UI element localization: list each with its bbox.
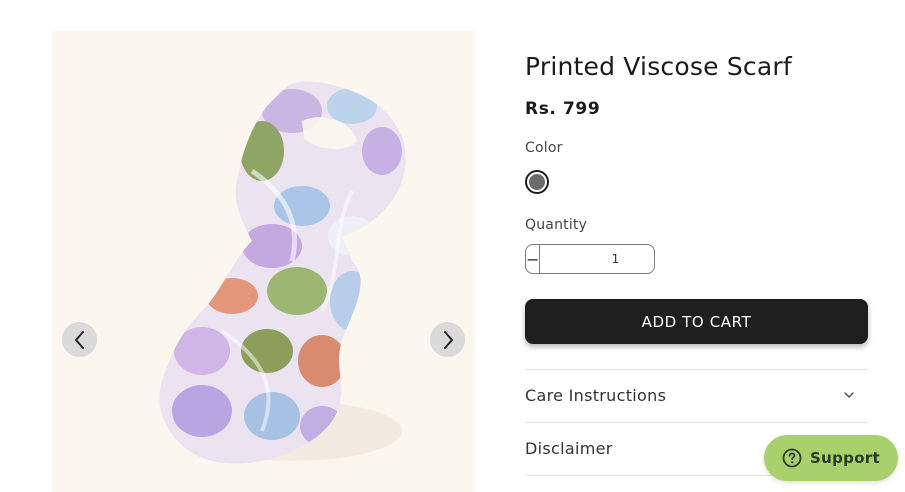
gallery-prev-button[interactable] bbox=[62, 322, 97, 357]
chevron-left-icon bbox=[74, 330, 84, 349]
gallery-next-button[interactable] bbox=[430, 322, 465, 357]
product-gallery bbox=[52, 31, 475, 492]
product-title: Printed Viscose Scarf bbox=[525, 52, 792, 81]
quantity-stepper: − + bbox=[525, 244, 655, 274]
accordion-label: Care Instructions bbox=[525, 385, 667, 405]
add-to-cart-button[interactable]: ADD TO CART bbox=[525, 299, 868, 344]
chevron-down-icon bbox=[844, 392, 854, 398]
quantity-input[interactable] bbox=[539, 245, 654, 273]
product-price: Rs. 799 bbox=[525, 99, 601, 119]
quantity-decrement-button[interactable]: − bbox=[526, 245, 539, 273]
color-label: Color bbox=[525, 140, 563, 156]
help-circle-icon bbox=[782, 448, 802, 468]
swatch-fill bbox=[529, 174, 545, 190]
color-swatch-selected[interactable] bbox=[525, 170, 549, 194]
chevron-right-icon bbox=[443, 330, 453, 349]
support-label: Support bbox=[810, 449, 880, 467]
accordion-care-instructions[interactable]: Care Instructions bbox=[525, 370, 868, 420]
quantity-label: Quantity bbox=[525, 217, 588, 233]
accordion-label: Disclaimer bbox=[525, 438, 613, 458]
product-image bbox=[52, 31, 475, 492]
support-button[interactable]: Support bbox=[764, 435, 898, 481]
